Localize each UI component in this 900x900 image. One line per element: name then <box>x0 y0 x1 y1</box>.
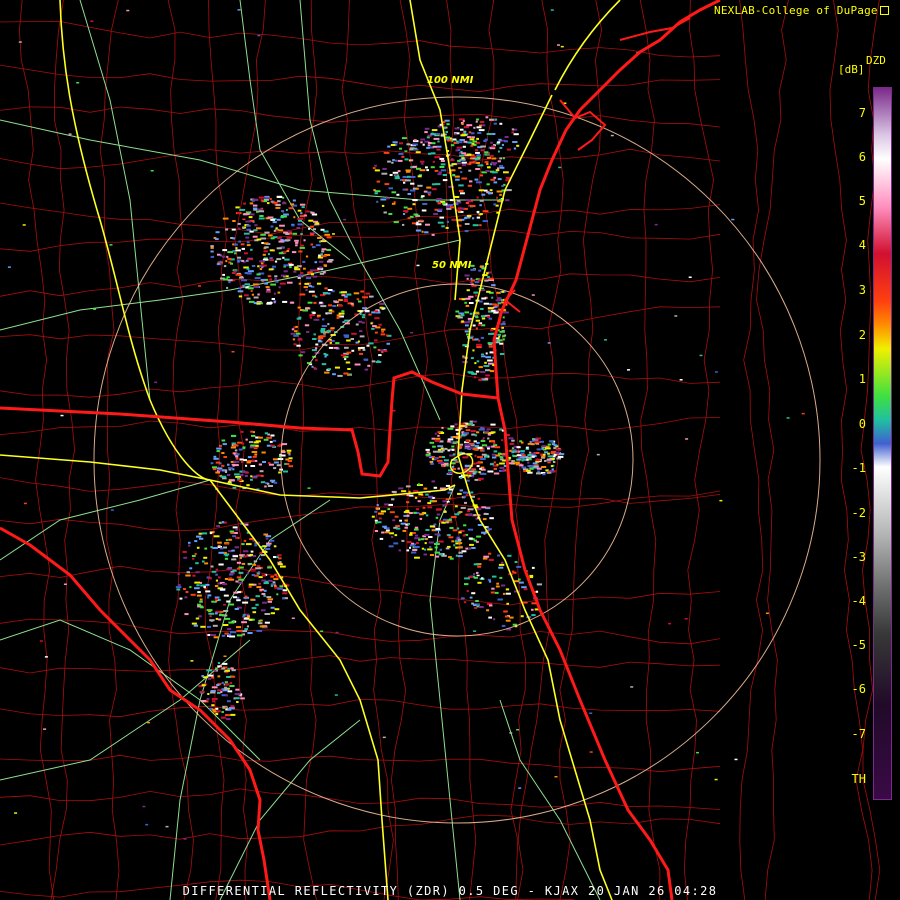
range-label-100: 100 NMI <box>427 75 474 86</box>
color-scale-bar <box>873 87 892 800</box>
color-scale-tick: -6 <box>851 682 866 696</box>
product-title: DIFFERENTIAL REFLECTIVITY (ZDR) 0.5 DEG … <box>182 884 718 898</box>
color-scale-tick: 5 <box>858 194 866 208</box>
color-scale-tick: -5 <box>851 638 866 652</box>
color-scale-tick: 0 <box>858 417 866 431</box>
color-scale-tick: 6 <box>858 150 866 164</box>
credit-label: NEXLAB-College of DuPage <box>714 4 889 17</box>
color-scale-tick: -7 <box>851 727 866 741</box>
color-scale-tick: -3 <box>851 550 866 564</box>
color-scale-tick: 3 <box>858 283 866 297</box>
legend-unit: [dB] <box>838 63 865 76</box>
external-link-icon[interactable] <box>879 6 889 15</box>
legend-product-name: DZD <box>866 54 886 67</box>
color-scale-tick: 4 <box>858 238 866 252</box>
color-scale-tick: TH <box>851 772 866 786</box>
color-scale-tick: 7 <box>858 106 866 120</box>
radar-map: 100 NMI 50 NMI <box>0 0 900 900</box>
range-label-50: 50 NMI <box>432 260 472 271</box>
color-scale-tick: -4 <box>851 594 866 608</box>
color-scale-tick: -1 <box>851 461 866 475</box>
credit-text: NEXLAB-College of DuPage <box>714 4 878 17</box>
color-scale-tick: 1 <box>858 372 866 386</box>
color-scale-tick: 2 <box>858 328 866 342</box>
color-scale-tick: -2 <box>851 506 866 520</box>
